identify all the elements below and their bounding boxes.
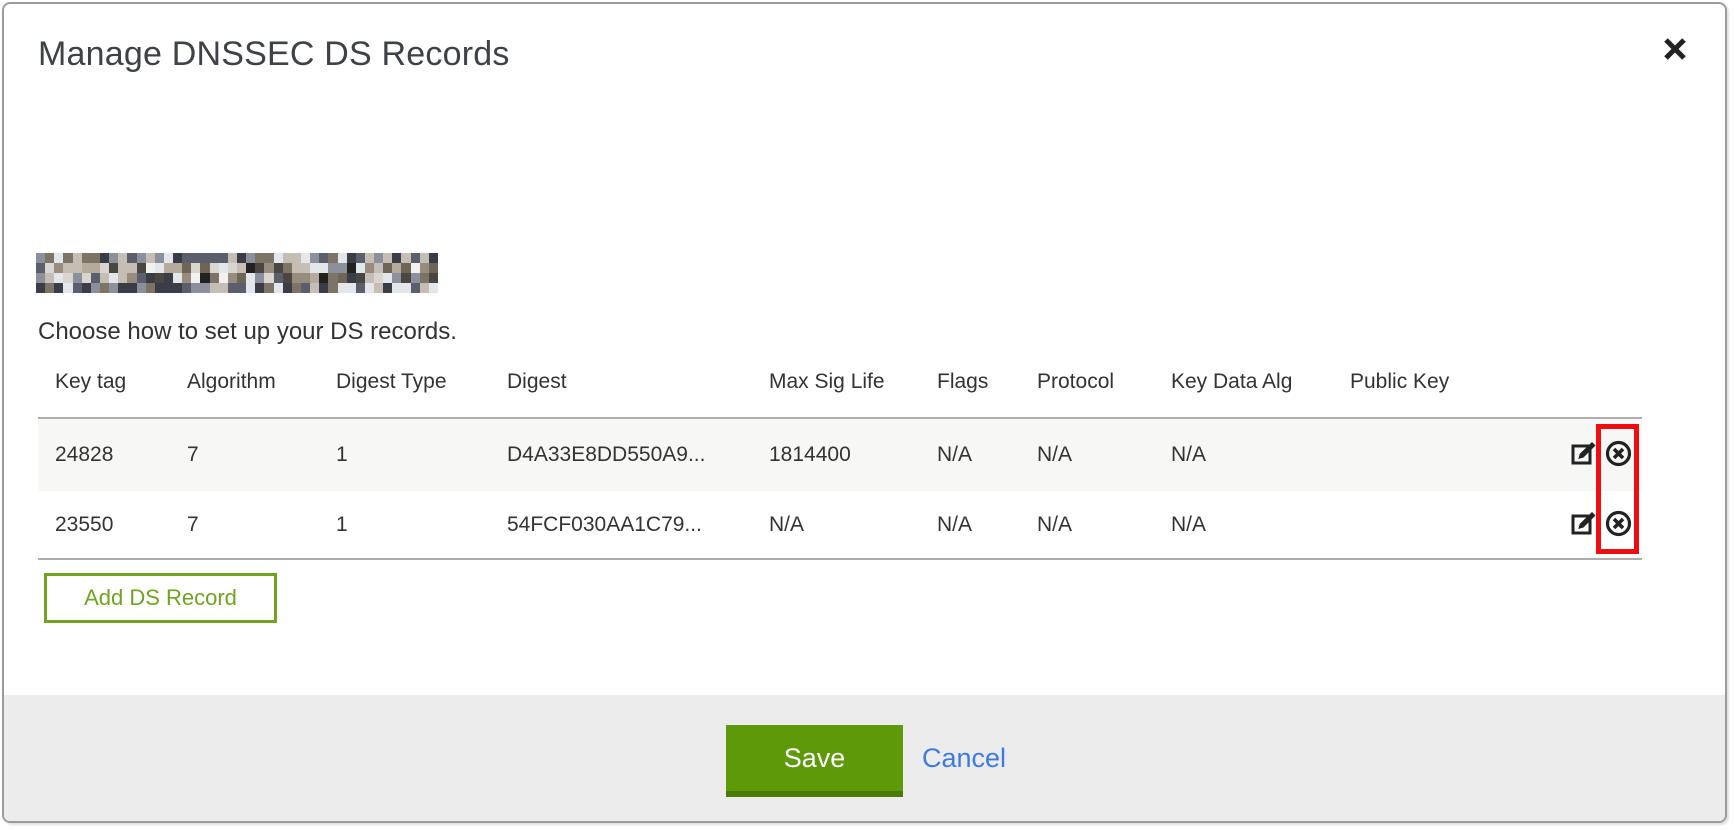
ds-records-table: Key tag Algorithm Digest Type Digest Max… [38,364,1642,560]
cell-flags: N/A [937,491,1037,559]
cell-key-data-alg: N/A [1171,491,1350,559]
column-header-digest: Digest [507,364,769,418]
add-ds-record-button[interactable]: Add DS Record [44,573,277,623]
cell-digest-type: 1 [336,491,507,559]
cell-protocol: N/A [1037,418,1171,491]
cell-digest: 54FCF030AA1C79... [507,491,769,559]
dialog: Manage DNSSEC DS Records Choose how to s… [2,2,1727,823]
row-actions [1510,510,1642,540]
table-row: 23550 7 1 54FCF030AA1C79... N/A N/A N/A … [38,491,1642,559]
edit-record-button[interactable] [1571,511,1596,539]
column-header-key-data-alg: Key Data Alg [1171,364,1350,418]
column-header-max-sig-life: Max Sig Life [769,364,937,418]
column-header-key-tag: Key tag [38,364,187,418]
edit-icon [1571,511,1596,539]
column-header-actions [1510,364,1642,418]
close-icon [1658,54,1692,69]
redacted-domain [36,253,438,293]
row-actions [1510,440,1642,470]
page-title: Manage DNSSEC DS Records [38,35,510,74]
table-header-row: Key tag Algorithm Digest Type Digest Max… [38,364,1642,418]
delete-circle-icon [1605,440,1632,470]
column-header-protocol: Protocol [1037,364,1171,418]
cell-digest-type: 1 [336,418,507,491]
cancel-link[interactable]: Cancel [922,743,1006,774]
cell-max-sig-life: 1814400 [769,418,937,491]
cell-key-tag: 24828 [38,418,187,491]
delete-circle-icon [1605,510,1632,540]
cell-digest: D4A33E8DD550A9... [507,418,769,491]
cell-flags: N/A [937,418,1037,491]
cell-public-key [1350,491,1510,559]
cell-protocol: N/A [1037,491,1171,559]
column-header-public-key: Public Key [1350,364,1510,418]
dialog-footer: Save Cancel [4,695,1725,821]
table-row: 24828 7 1 D4A33E8DD550A9... 1814400 N/A … [38,418,1642,491]
column-header-algorithm: Algorithm [187,364,336,418]
close-button[interactable] [1654,28,1696,70]
cell-algorithm: 7 [187,418,336,491]
delete-record-button[interactable] [1605,510,1632,540]
cell-key-data-alg: N/A [1171,418,1350,491]
cell-key-tag: 23550 [38,491,187,559]
edit-record-button[interactable] [1571,441,1596,469]
cell-public-key [1350,418,1510,491]
cell-max-sig-life: N/A [769,491,937,559]
column-header-digest-type: Digest Type [336,364,507,418]
intro-text: Choose how to set up your DS records. [38,318,457,347]
column-header-flags: Flags [937,364,1037,418]
delete-record-button[interactable] [1605,440,1632,470]
save-button[interactable]: Save [726,725,903,797]
edit-icon [1571,441,1596,469]
cell-algorithm: 7 [187,491,336,559]
